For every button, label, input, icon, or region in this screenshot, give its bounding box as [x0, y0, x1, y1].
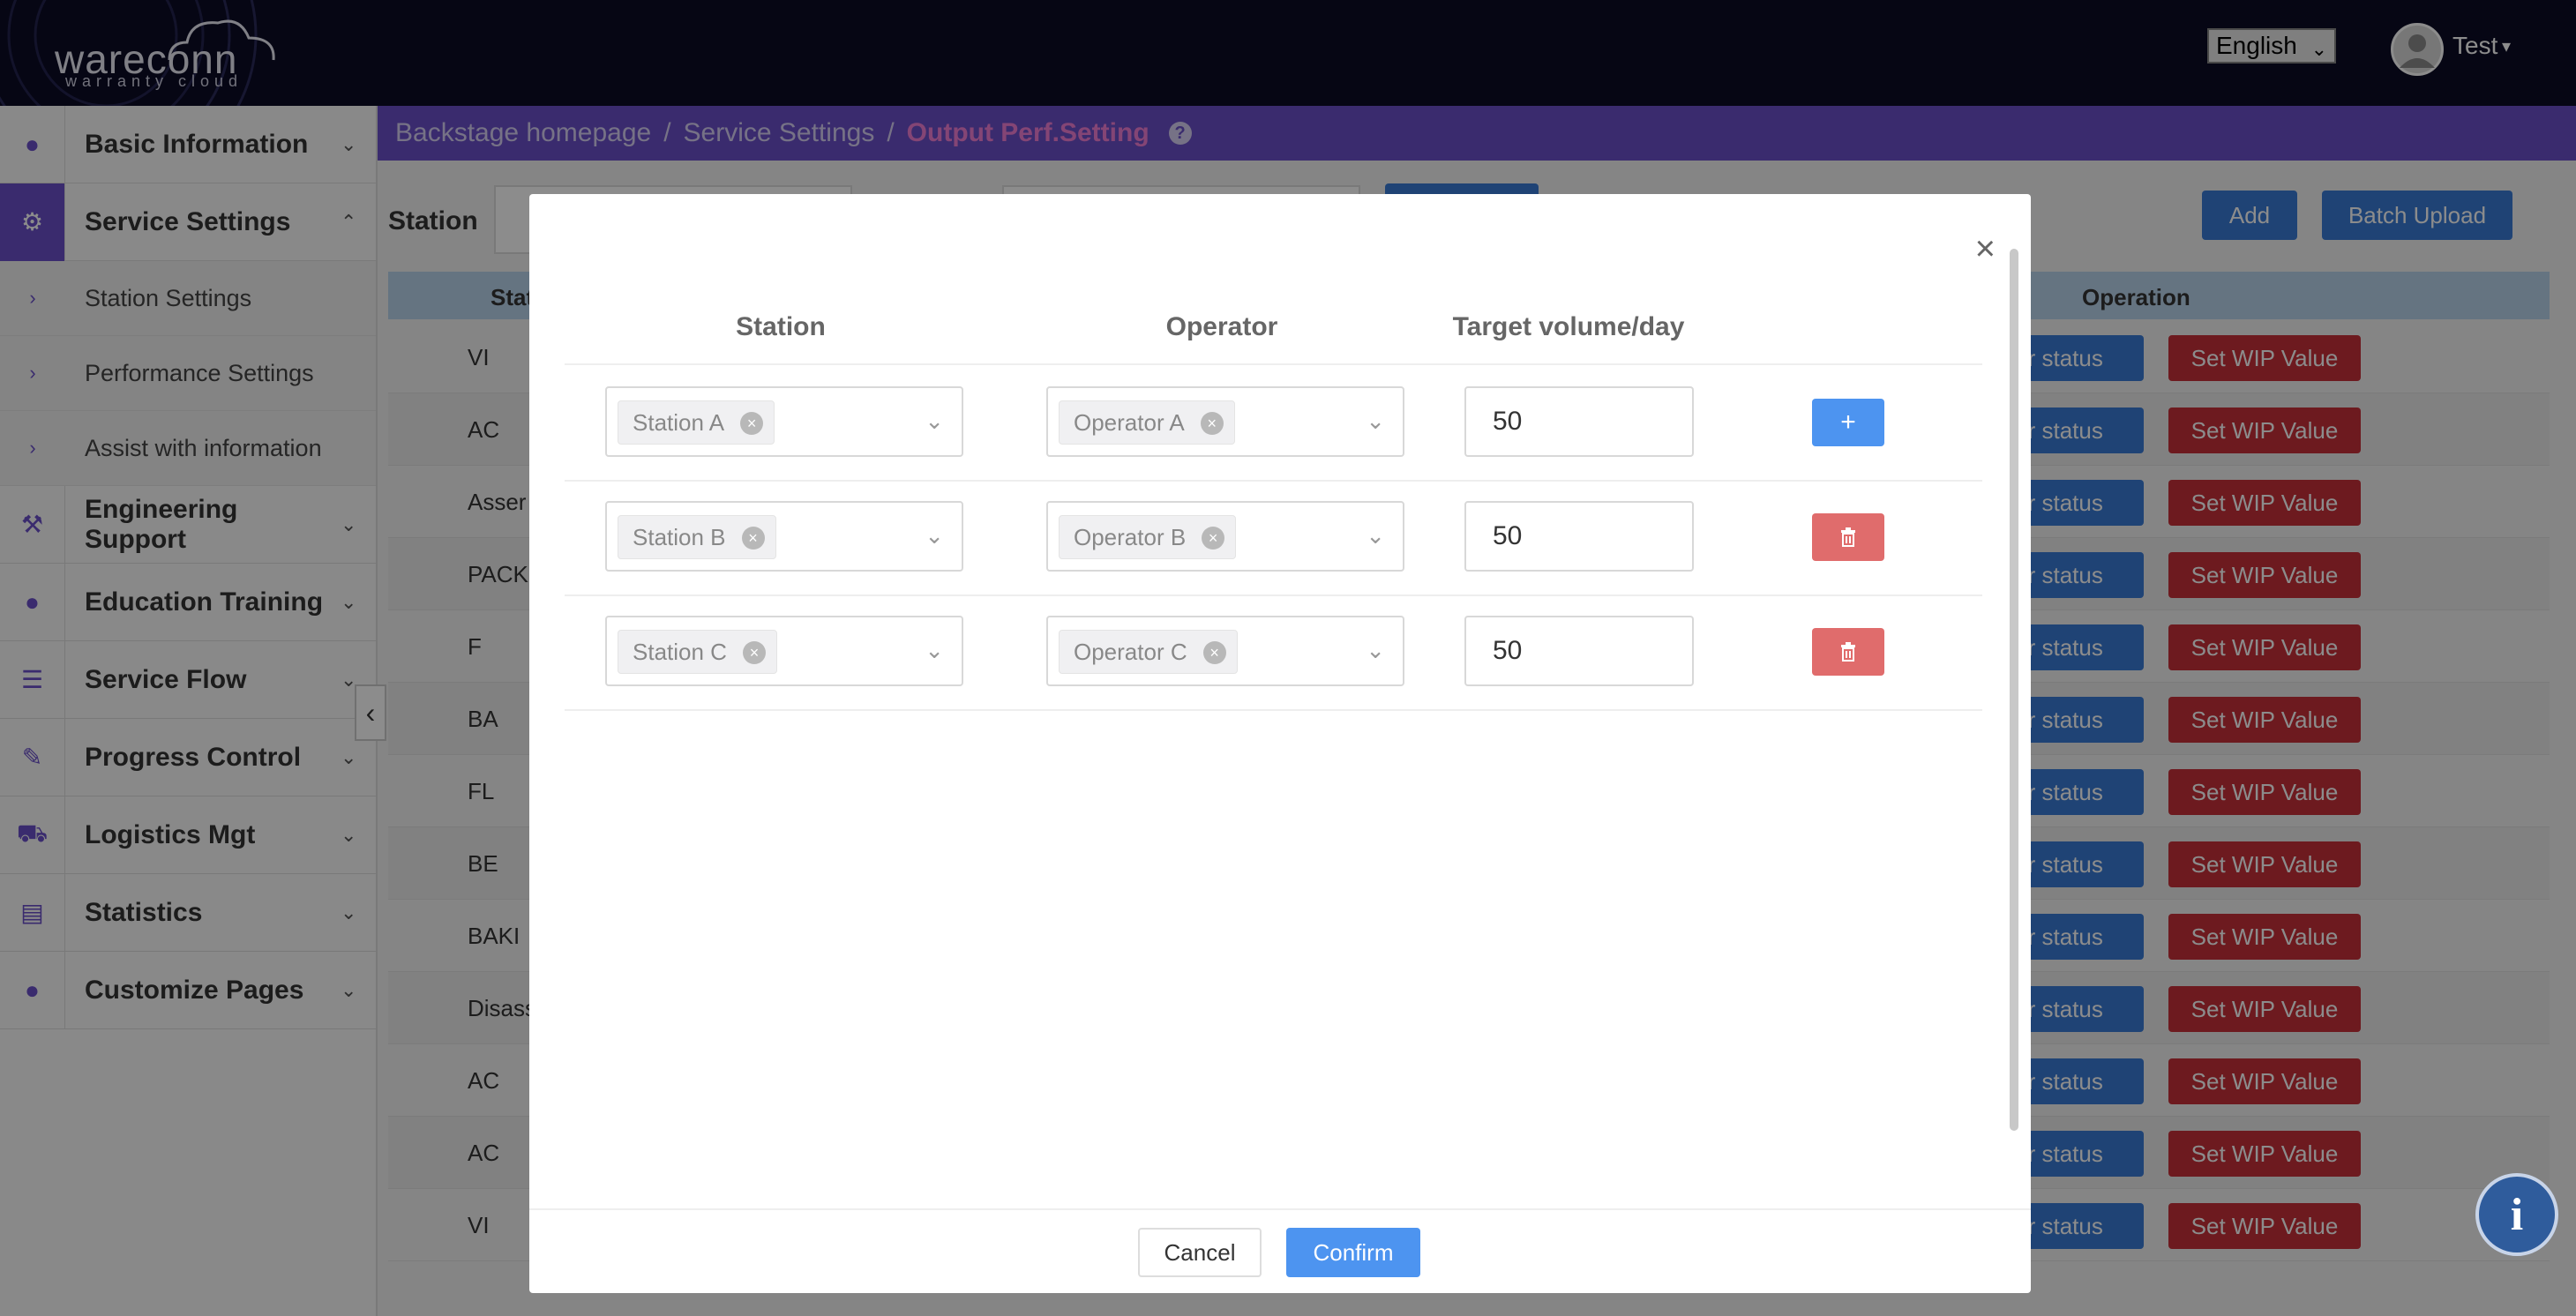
- modal-column-target: Target volume/day: [1452, 312, 1685, 341]
- station-tag: Station B ×: [618, 515, 776, 559]
- plus-icon: +: [1840, 408, 1856, 437]
- modal-column-operator: Operator: [1165, 312, 1278, 341]
- chevron-down-icon: ⌄: [1366, 408, 1385, 434]
- remove-tag-icon[interactable]: ×: [742, 641, 766, 664]
- cancel-button[interactable]: Cancel: [1138, 1228, 1262, 1277]
- modal-row: Station A × ⌄ Operator A × ⌄ 50 +: [565, 367, 1982, 482]
- chevron-down-icon: ⌄: [1366, 637, 1385, 663]
- modal-column-station: Station: [736, 312, 826, 341]
- remove-tag-icon[interactable]: ×: [1200, 412, 1224, 435]
- station-tag-label: Station C: [633, 639, 727, 665]
- cancel-label: Cancel: [1164, 1238, 1236, 1266]
- remove-tag-icon[interactable]: ×: [1202, 641, 1226, 664]
- operator-select[interactable]: Operator A × ⌄: [1046, 386, 1404, 457]
- modal-scrollbar[interactable]: [2010, 249, 2018, 1131]
- target-volume-input[interactable]: 50: [1464, 386, 1694, 457]
- confirm-label: Confirm: [1313, 1238, 1394, 1266]
- modal-footer: Cancel Confirm: [529, 1208, 2031, 1293]
- station-tag: Station A ×: [618, 400, 775, 445]
- trash-icon: [1841, 527, 1855, 547]
- operator-tag: Operator A ×: [1059, 400, 1235, 445]
- confirm-button[interactable]: Confirm: [1286, 1228, 1420, 1277]
- station-tag-label: Station B: [633, 524, 726, 550]
- close-icon[interactable]: ×: [1975, 231, 1996, 266]
- remove-tag-icon[interactable]: ×: [740, 412, 764, 435]
- modal-table-header: Station Operator Target volume/day: [565, 300, 1982, 365]
- operator-select[interactable]: Operator C × ⌄: [1046, 616, 1404, 686]
- trash-icon: [1841, 642, 1855, 662]
- info-button[interactable]: i: [2475, 1173, 2558, 1256]
- info-icon: i: [2510, 1189, 2524, 1240]
- chevron-down-icon: ⌄: [1366, 522, 1385, 549]
- output-setting-modal: × Station Operator Target volume/day Sta…: [529, 194, 2031, 1293]
- add-row-button[interactable]: +: [1812, 399, 1884, 446]
- operator-tag-label: Operator C: [1074, 639, 1187, 665]
- station-select[interactable]: Station C × ⌄: [605, 616, 963, 686]
- station-select[interactable]: Station A × ⌄: [605, 386, 963, 457]
- station-select[interactable]: Station B × ⌄: [605, 501, 963, 572]
- target-volume-input[interactable]: 50: [1464, 501, 1694, 572]
- operator-tag-label: Operator A: [1074, 409, 1185, 436]
- operator-tag: Operator C ×: [1059, 630, 1238, 674]
- chevron-down-icon: ⌄: [925, 408, 944, 434]
- delete-row-button[interactable]: [1812, 513, 1884, 561]
- station-tag-label: Station A: [633, 409, 725, 436]
- target-volume-input[interactable]: 50: [1464, 616, 1694, 686]
- modal-row: Station C × ⌄ Operator C × ⌄ 50: [565, 596, 1982, 711]
- operator-select[interactable]: Operator B × ⌄: [1046, 501, 1404, 572]
- remove-tag-icon[interactable]: ×: [741, 527, 765, 550]
- modal-row: Station B × ⌄ Operator B × ⌄ 50: [565, 482, 1982, 596]
- delete-row-button[interactable]: [1812, 628, 1884, 676]
- operator-tag-label: Operator B: [1074, 524, 1187, 550]
- station-tag: Station C ×: [618, 630, 777, 674]
- chevron-down-icon: ⌄: [925, 637, 944, 663]
- operator-tag: Operator B ×: [1059, 515, 1237, 559]
- remove-tag-icon[interactable]: ×: [1202, 527, 1225, 550]
- chevron-down-icon: ⌄: [925, 522, 944, 549]
